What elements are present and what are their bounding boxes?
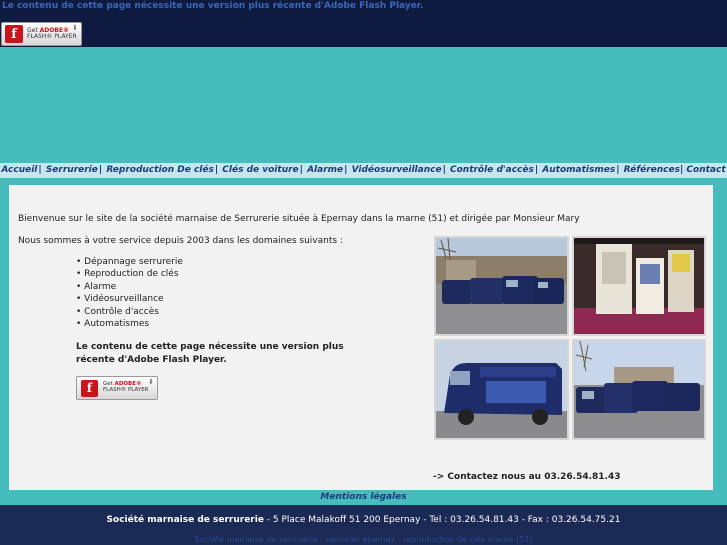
welcome-text: Bienvenue sur le site de la société marn…	[18, 214, 580, 224]
photo-van-closeup	[434, 339, 569, 440]
download-arrow-icon: ⬇	[148, 378, 154, 386]
nav-item-reproduction-cles[interactable]: Reproduction De clés	[106, 165, 214, 175]
footer-company-name: Société marnaise de serrurerie	[106, 515, 264, 525]
content-panel	[9, 185, 713, 490]
photo-exhibition-stand	[572, 236, 706, 336]
flash-warning-content: Le contenu de cette page nécessite une v…	[76, 342, 344, 365]
nav-separator: |	[38, 165, 42, 175]
nav-item-contact[interactable]: Contact	[686, 165, 725, 175]
photo-vans-parking	[434, 236, 569, 336]
nav-item-controle-acces[interactable]: Contrôle d'accès	[450, 165, 534, 175]
nav-separator: |	[98, 165, 103, 175]
get-flash-player-button[interactable]: f Get ADOBE® FLASH® PLAYER ⬇	[76, 376, 158, 400]
nav-item-references[interactable]: Références	[624, 165, 680, 175]
intro-text: Nous sommes à votre service depuis 2003 …	[18, 236, 343, 246]
banner-flash-area	[0, 47, 727, 163]
list-item: Dépannage serrurerie	[76, 256, 183, 268]
nav-item-automatismes[interactable]: Automatismes	[542, 165, 615, 175]
nav-separator: |	[299, 165, 303, 175]
nav-item-accueil[interactable]: Accueil	[1, 165, 37, 175]
flash-logo-icon: f	[5, 25, 23, 43]
nav-item-serrurerie[interactable]: Serrurerie	[46, 165, 98, 175]
mentions-legales-link[interactable]: Mentions légales	[0, 492, 727, 502]
list-item: Contrôle d'accès	[76, 306, 183, 318]
nav-item-cles-voiture[interactable]: Clés de voiture	[222, 165, 298, 175]
list-item: Reproduction de clés	[76, 268, 183, 280]
nav-separator: |	[534, 165, 539, 175]
main-nav: Accueil| Serrurerie| Reproduction De clé…	[0, 163, 727, 178]
services-list: Dépannage serrurerie Reproduction de clé…	[76, 256, 183, 330]
nav-separator: |	[344, 165, 348, 175]
flash-player-label: FLASH® PLAYER	[103, 387, 149, 393]
list-item: Alarme	[76, 281, 183, 293]
nav-item-alarme[interactable]: Alarme	[307, 165, 343, 175]
nav-separator: |	[214, 165, 219, 175]
footer-contact-details: - 5 Place Malakoff 51 200 Epernay - Tel …	[263, 515, 621, 525]
flash-logo-icon: f	[81, 379, 98, 397]
download-arrow-icon: ⬇	[72, 24, 78, 32]
footer-address: Société marnaise de serrurerie - 5 Place…	[0, 515, 727, 525]
contact-phone-text: -> Contactez nous au 03.26.54.81.43	[433, 472, 621, 482]
nav-separator: |	[442, 165, 446, 175]
list-item: Vidéosurveillance	[76, 293, 183, 305]
footer-seo-text[interactable]: Société marnaise de serrurerie : serruri…	[0, 535, 727, 544]
flash-player-label: FLASH® PLAYER	[27, 33, 77, 40]
list-item: Automatismes	[76, 318, 183, 330]
nav-separator: |	[616, 165, 620, 175]
nav-separator: |	[679, 165, 684, 175]
get-flash-player-button-top[interactable]: f Get ADOBE® FLASH® PLAYER ⬇	[1, 22, 82, 46]
photo-vans-row	[572, 339, 706, 440]
flash-warning-top: Le contenu de cette page nécessite une v…	[2, 1, 424, 11]
nav-item-videosurveillance[interactable]: Vidéosurveillance	[352, 165, 442, 175]
